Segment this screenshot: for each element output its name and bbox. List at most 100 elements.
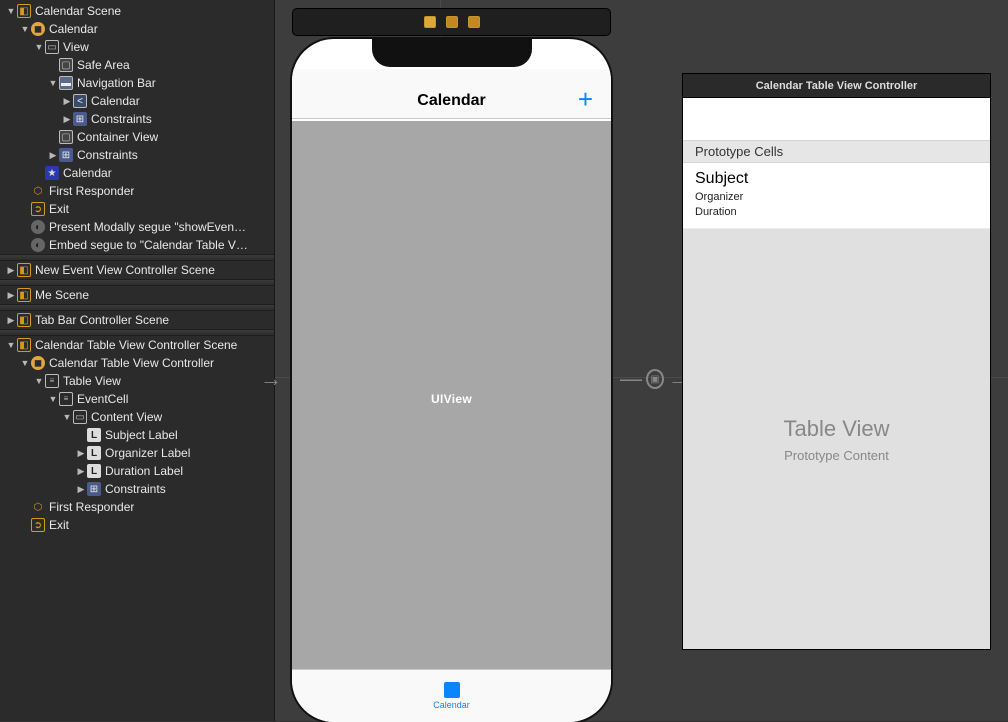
scene-calendar[interactable]: ▼ ◧ Calendar Scene bbox=[0, 2, 274, 20]
label-icon: L bbox=[87, 428, 101, 442]
tvc-titlebar[interactable]: Calendar Table View Controller bbox=[683, 74, 990, 98]
scene-calendar-tvc[interactable]: ▼ ◧ Calendar Table View Controller Scene bbox=[0, 336, 274, 354]
exit-proxy-icon[interactable] bbox=[468, 16, 480, 28]
scene-icon: ◧ bbox=[17, 313, 31, 327]
firstresponder-icon: ⬡ bbox=[31, 500, 45, 514]
scene-label: Tab Bar Controller Scene bbox=[35, 313, 169, 327]
disclosure-icon[interactable]: ▶ bbox=[76, 448, 86, 458]
navbar-item[interactable]: ▼ ▬ Navigation Bar bbox=[0, 74, 274, 92]
cell-icon: ≡ bbox=[59, 392, 73, 406]
exit-icon: ➲ bbox=[31, 202, 45, 216]
device-calendar[interactable]: Calendar + UIView Calendar bbox=[292, 39, 611, 722]
disclosure-icon[interactable]: ▶ bbox=[6, 315, 16, 325]
segue-embed-item[interactable]: ▶ ◐ Embed segue to "Calendar Table V… bbox=[0, 236, 274, 254]
contentview-item[interactable]: ▼ ▭ Content View bbox=[0, 408, 274, 426]
item-label: Safe Area bbox=[77, 58, 130, 72]
disclosure-icon[interactable]: ▼ bbox=[6, 6, 16, 16]
tvc-body[interactable]: Table View Prototype Content bbox=[683, 229, 990, 649]
tvc-topgap bbox=[683, 98, 990, 140]
scene-me[interactable]: ▶ ◧ Me Scene bbox=[0, 286, 274, 304]
exit-item[interactable]: ▶ ➲ Exit bbox=[0, 200, 274, 218]
first-responder-item[interactable]: ▶ ⬡ First Responder bbox=[0, 182, 274, 200]
safearea-item[interactable]: ▶ ▢ Safe Area bbox=[0, 56, 274, 74]
disclosure-icon[interactable]: ▶ bbox=[62, 114, 72, 124]
item-label: Calendar Table View Controller bbox=[49, 356, 214, 370]
document-outline[interactable]: ▼ ◧ Calendar Scene ▼ ◼ Calendar ▼ ▭ View… bbox=[0, 0, 275, 721]
scene-label: New Event View Controller Scene bbox=[35, 263, 215, 277]
disclosure-icon[interactable]: ▼ bbox=[20, 358, 30, 368]
disclosure-icon[interactable]: ▶ bbox=[76, 484, 86, 494]
tvc-scene[interactable]: Calendar Table View Controller Prototype… bbox=[683, 74, 990, 649]
disclosure-icon[interactable]: ▼ bbox=[62, 412, 72, 422]
subject-label[interactable]: Subject bbox=[695, 170, 978, 188]
disclosure-icon[interactable]: ▼ bbox=[34, 42, 44, 52]
tvc-exit-item[interactable]: ▶ ➲ Exit bbox=[0, 516, 274, 534]
item-label: Constraints bbox=[91, 112, 152, 126]
tvc-first-responder-item[interactable]: ▶ ⬡ First Responder bbox=[0, 498, 274, 516]
prototype-cells-header: Prototype Cells bbox=[683, 140, 990, 163]
tvc-constraints-item[interactable]: ▶ ⊞ Constraints bbox=[0, 480, 274, 498]
storyboard-canvas[interactable]: → Calendar + UIView Calendar — ▣ → Calen… bbox=[275, 0, 1008, 721]
exit-icon: ➲ bbox=[31, 518, 45, 532]
item-label: Organizer Label bbox=[105, 446, 190, 460]
device-notch bbox=[372, 39, 532, 67]
item-label: Exit bbox=[49, 202, 69, 216]
constraints-icon: ⊞ bbox=[59, 148, 73, 162]
scene-toolbar[interactable] bbox=[292, 8, 611, 36]
item-label: Table View bbox=[63, 374, 121, 388]
add-button[interactable]: + bbox=[578, 86, 593, 112]
disclosure-icon[interactable]: ▼ bbox=[48, 394, 58, 404]
item-label: Present Modally segue "showEven… bbox=[49, 220, 246, 234]
tableview-item[interactable]: ▼ ≡ Table View bbox=[0, 372, 274, 390]
organizer-label[interactable]: Organizer bbox=[695, 190, 978, 205]
safearea-icon: ▢ bbox=[59, 58, 73, 72]
disclosure-icon[interactable]: ▶ bbox=[76, 466, 86, 476]
organizerlabel-item[interactable]: ▶ L Organizer Label bbox=[0, 444, 274, 462]
disclosure-icon[interactable]: ▼ bbox=[6, 340, 16, 350]
disclosure-icon[interactable]: ▶ bbox=[48, 150, 58, 160]
nav-constraints-item[interactable]: ▶ ⊞ Constraints bbox=[0, 110, 274, 128]
scene-newevent[interactable]: ▶ ◧ New Event View Controller Scene bbox=[0, 261, 274, 279]
scene-tabbar[interactable]: ▶ ◧ Tab Bar Controller Scene bbox=[0, 311, 274, 329]
item-label: View bbox=[63, 40, 89, 54]
view-item[interactable]: ▼ ▭ View bbox=[0, 38, 274, 56]
navbar-icon: ▬ bbox=[59, 76, 73, 90]
label-icon: L bbox=[87, 446, 101, 460]
embed-segue-arrow[interactable]: — ▣ → bbox=[620, 368, 690, 390]
tableview-placeholder-sub: Prototype Content bbox=[784, 448, 889, 463]
calendar-tab-icon[interactable] bbox=[444, 682, 460, 698]
vc-proxy-icon[interactable] bbox=[424, 16, 436, 28]
disclosure-icon[interactable]: ▶ bbox=[6, 265, 16, 275]
duration-label[interactable]: Duration bbox=[695, 205, 978, 220]
calendar-star-item[interactable]: ▶ ★ Calendar bbox=[0, 164, 274, 182]
item-label: Duration Label bbox=[105, 464, 183, 478]
view-icon: ▭ bbox=[45, 40, 59, 54]
disclosure-icon[interactable]: ▶ bbox=[6, 290, 16, 300]
back-icon: < bbox=[73, 94, 87, 108]
segue-node-icon[interactable]: ▣ bbox=[646, 369, 664, 389]
subjectlabel-item[interactable]: ▶ L Subject Label bbox=[0, 426, 274, 444]
nav-calendar-item[interactable]: ▶ < Calendar bbox=[0, 92, 274, 110]
vc-calendar[interactable]: ▼ ◼ Calendar bbox=[0, 20, 274, 38]
scene-label: Me Scene bbox=[35, 288, 89, 302]
segue-modal-item[interactable]: ▶ ◐ Present Modally segue "showEven… bbox=[0, 218, 274, 236]
calendar-tab-label[interactable]: Calendar bbox=[433, 700, 470, 710]
separator bbox=[0, 329, 274, 336]
disclosure-icon[interactable]: ▶ bbox=[62, 96, 72, 106]
disclosure-icon[interactable]: ▼ bbox=[48, 78, 58, 88]
firstresponder-proxy-icon[interactable] bbox=[446, 16, 458, 28]
item-label: Embed segue to "Calendar Table V… bbox=[49, 238, 248, 252]
tvc-item[interactable]: ▼ ◼ Calendar Table View Controller bbox=[0, 354, 274, 372]
disclosure-icon[interactable]: ▼ bbox=[20, 24, 30, 34]
tableview-icon: ≡ bbox=[45, 374, 59, 388]
item-label: First Responder bbox=[49, 500, 134, 514]
event-cell[interactable]: Subject Organizer Duration bbox=[683, 163, 990, 229]
disclosure-icon[interactable]: ▼ bbox=[34, 376, 44, 386]
containerview-item[interactable]: ▶ ▢ Container View bbox=[0, 128, 274, 146]
durationlabel-item[interactable]: ▶ L Duration Label bbox=[0, 462, 274, 480]
viewcontroller-icon: ◼ bbox=[31, 356, 45, 370]
constraints-item[interactable]: ▶ ⊞ Constraints bbox=[0, 146, 274, 164]
item-label: Container View bbox=[77, 130, 158, 144]
container-view[interactable]: UIView bbox=[292, 121, 611, 677]
eventcell-item[interactable]: ▼ ≡ EventCell bbox=[0, 390, 274, 408]
